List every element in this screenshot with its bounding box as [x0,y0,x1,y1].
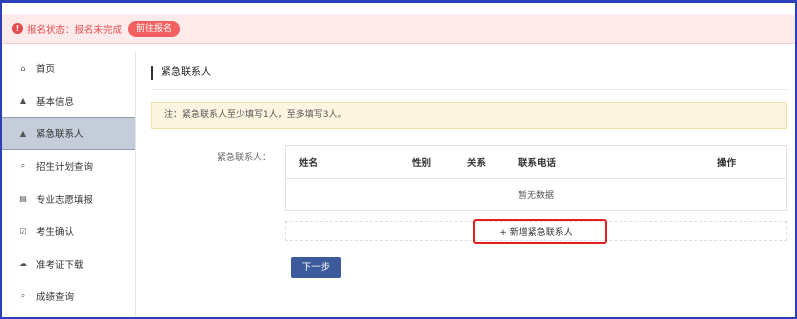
user-icon: ▲ [19,128,27,138]
sidebar-item-major-preference[interactable]: ▤ 专业志愿填报 [2,182,135,215]
go-register-button[interactable]: 前往报名 [128,20,181,37]
cloud-download-icon: ☁ [19,259,27,269]
registration-status-alert: ! 报名状态：报名未完成 前往报名 [2,14,795,44]
user-icon: ▲ [19,96,27,106]
table-empty-text: 暂无数据 [517,191,554,201]
sidebar-item-candidate-confirm[interactable]: ☑ 考生确认 [2,215,135,248]
sidebar-item-label: 成绩查询 [36,292,75,304]
column-header-phone: 联系电话 [518,158,557,169]
document-icon: ▤ [19,194,27,204]
sidebar-item-emergency-contacts[interactable]: ▲ 紧急联系人 [2,117,135,150]
column-header-name: 姓名 [299,158,319,169]
checkbox-icon: ☑ [19,226,27,236]
table-header: 姓名 性别 关系 联系电话 操作 [286,146,786,179]
highlight-box [473,219,607,244]
sidebar-item-admission-ticket-download[interactable]: ☁ 准考证下载 [2,248,135,281]
sidebar-item-label: 紧急联系人 [36,129,84,141]
sidebar-item-label: 基本信息 [36,96,75,108]
title-divider [151,89,787,90]
sidebar-item-basic-info[interactable]: ▲ 基本信息 [2,85,135,118]
page-title: 紧急联系人 [151,66,211,80]
home-icon: ⌂ [20,63,26,73]
sidebar-item-label: 招生计划查询 [36,162,94,174]
search-icon: ⌕ [20,161,26,171]
column-header-relation: 关系 [467,158,487,169]
exclamation-circle-icon: ! [12,23,23,34]
sidebar-item-label: 首页 [36,64,56,76]
sidebar-item-score-query[interactable]: ⌕ 成绩查询 [2,280,135,313]
sidebar-item-enrollment-plan-query[interactable]: ⌕ 招生计划查询 [2,150,135,183]
next-step-button[interactable]: 下一步 [291,257,341,278]
sidebar-item-label: 考生确认 [36,227,75,239]
emergency-contact-label: 紧急联系人： [217,153,272,163]
search-icon: ⌕ [20,291,26,301]
sidebar-item-home[interactable]: ⌂ 首页 [2,52,135,85]
sidebar-item-label: 准考证下载 [36,259,84,271]
sidebar: ⌂ 首页 ▲ 基本信息 ▲ 紧急联系人 ⌕ 招生计划查询 ▤ 专业志愿填报 ☑ … [2,52,136,317]
column-header-gender: 性别 [412,158,432,169]
contact-limit-note: 注：紧急联系人至少填写1人，至多填写3人。 [151,102,787,129]
emergency-contact-table: 姓名 性别 关系 联系电话 操作 暂无数据 [285,145,787,211]
registration-status-text: 报名状态：报名未完成 [27,24,123,36]
sidebar-item-label: 专业志愿填报 [36,194,94,206]
column-header-actions: 操作 [717,158,737,169]
